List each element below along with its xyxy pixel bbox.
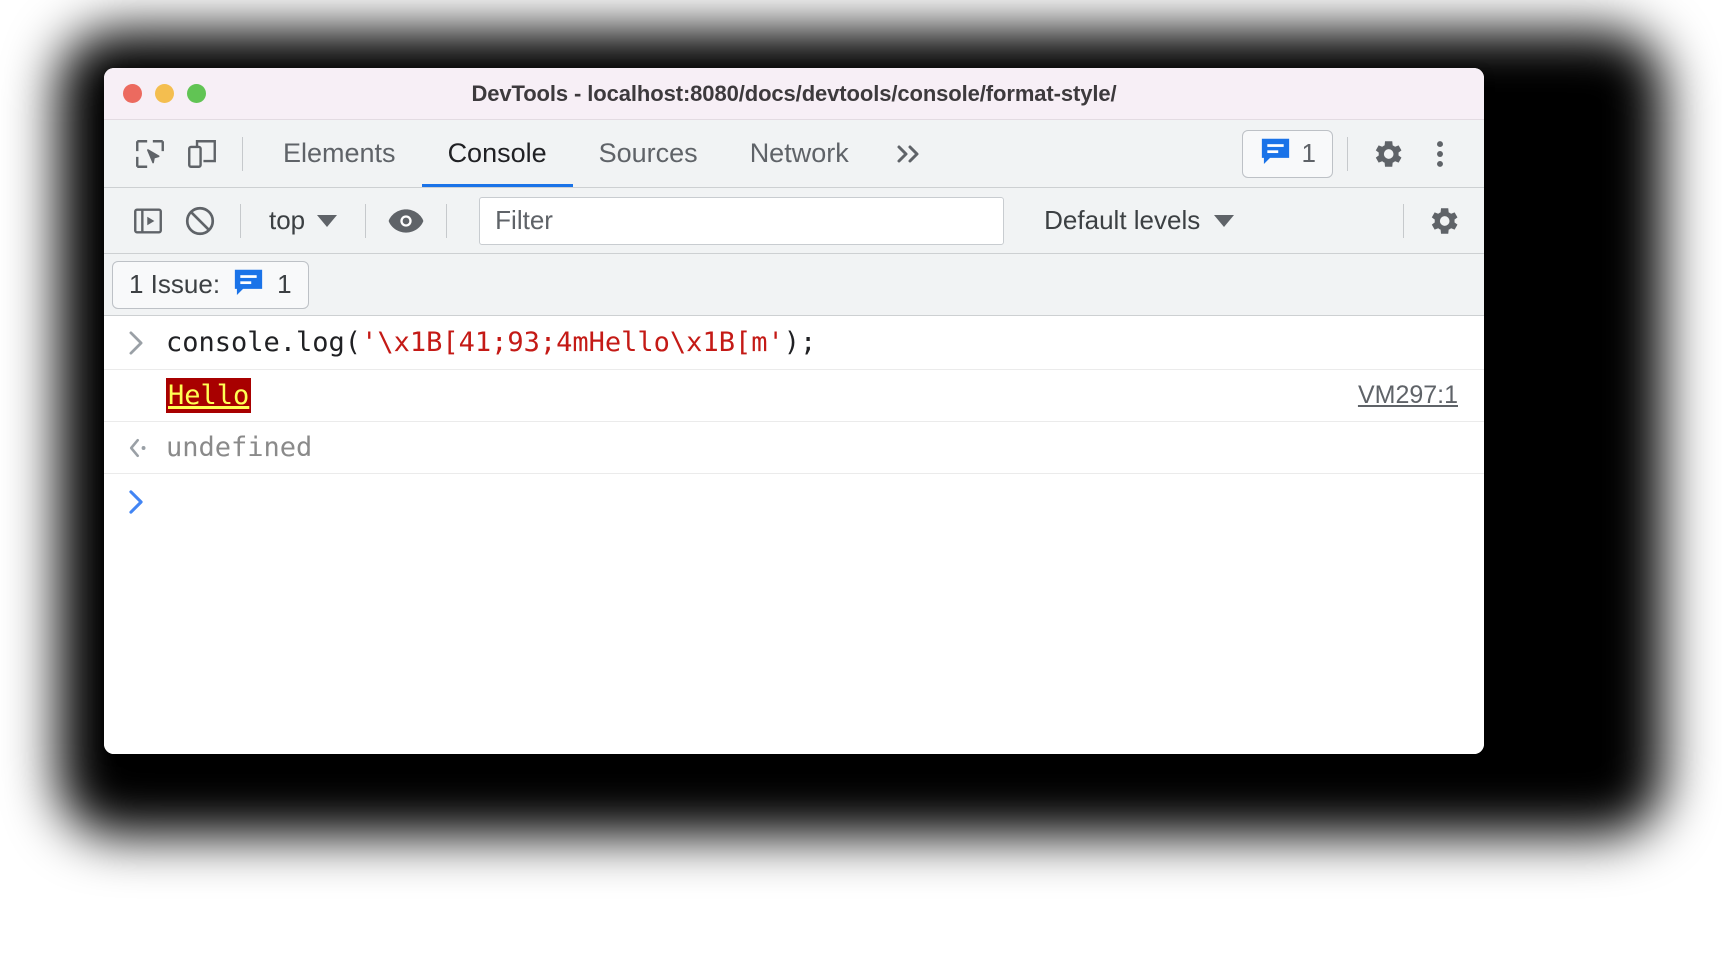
filter-input[interactable]: Filter — [479, 196, 1005, 245]
console-toolbar-divider-1 — [240, 203, 241, 238]
kebab-menu-icon[interactable] — [1414, 128, 1466, 180]
clear-console-icon[interactable] — [174, 195, 226, 247]
console-output-row: Hello VM297:1 — [104, 370, 1484, 422]
minimize-window-button[interactable] — [155, 84, 174, 103]
window-title: DevTools - localhost:8080/docs/devtools/… — [471, 80, 1117, 106]
execution-context-selector[interactable]: top — [255, 197, 351, 245]
tab-elements[interactable]: Elements — [257, 120, 422, 187]
issues-summary-count: 1 — [277, 269, 292, 299]
tab-sources[interactable]: Sources — [573, 120, 724, 187]
tab-console-label: Console — [447, 138, 547, 168]
issues-bubble-icon — [1259, 136, 1292, 171]
tab-console[interactable]: Console — [421, 120, 573, 187]
eye-icon[interactable] — [380, 195, 432, 247]
screenshot-stage: DevTools - localhost:8080/docs/devtools/… — [0, 0, 1722, 974]
chevron-down-icon — [317, 214, 338, 227]
log-level-selector[interactable]: Default levels — [1026, 205, 1252, 236]
issues-bar: 1 Issue: 1 — [104, 254, 1484, 316]
issues-summary-label: 1 Issue: — [129, 269, 221, 299]
issues-badge-count: 1 — [1301, 138, 1316, 168]
console-sidebar-icon[interactable] — [122, 195, 174, 247]
more-tabs-icon[interactable] — [875, 128, 939, 180]
devtools-tabbar: Elements Console Sources Network 1 — [104, 120, 1484, 188]
gear-icon[interactable] — [1418, 195, 1470, 247]
window-titlebar: DevTools - localhost:8080/docs/devtools/… — [104, 68, 1484, 120]
execution-context-value: top — [269, 205, 306, 235]
console-toolbar-divider-2 — [365, 203, 367, 238]
filter-placeholder: Filter — [495, 205, 553, 235]
input-prompt-icon — [126, 329, 166, 357]
tab-sources-label: Sources — [598, 138, 698, 168]
device-toolbar-icon[interactable] — [176, 128, 228, 180]
code-string-literal: '\x1B[41;93;4mHello\x1B[m' — [361, 327, 784, 358]
tabbar-divider-2 — [1347, 136, 1348, 171]
tab-elements-label: Elements — [283, 138, 396, 168]
console-toolbar: top Filter Default levels — [104, 188, 1484, 254]
console-toolbar-divider-3 — [446, 203, 448, 238]
close-window-button[interactable] — [123, 84, 142, 103]
console-toolbar-divider-4 — [1403, 203, 1404, 238]
console-input-row: console.log('\x1B[41;93;4mHello\x1B[m'); — [104, 316, 1484, 370]
tab-network-label: Network — [749, 138, 849, 168]
console-result-value: undefined — [166, 432, 313, 463]
chevron-down-icon — [1214, 214, 1235, 227]
tabbar-divider — [242, 136, 243, 171]
console-prompt-icon — [126, 488, 166, 516]
gear-icon[interactable] — [1362, 128, 1414, 180]
issues-summary-button[interactable]: 1 Issue: 1 — [112, 260, 309, 309]
code-prefix: console.log( — [166, 327, 362, 358]
result-prompt-icon — [126, 435, 166, 461]
devtools-window: DevTools - localhost:8080/docs/devtools/… — [104, 68, 1484, 754]
console-output-area[interactable]: console.log('\x1B[41;93;4mHello\x1B[m');… — [104, 316, 1484, 754]
ansi-styled-output: Hello — [166, 378, 252, 413]
console-result-row: undefined — [104, 422, 1484, 474]
tab-network[interactable]: Network — [724, 120, 875, 187]
console-prompt-row[interactable] — [104, 474, 1484, 530]
issues-badge-button[interactable]: 1 — [1241, 129, 1333, 178]
panel-tabs: Elements Console Sources Network — [257, 120, 875, 187]
source-location-link[interactable]: VM297:1 — [1358, 381, 1458, 410]
code-suffix: ); — [783, 327, 817, 358]
issues-bubble-icon — [232, 267, 265, 302]
log-level-value: Default levels — [1044, 205, 1201, 235]
maximize-window-button[interactable] — [187, 84, 206, 103]
console-input-code: console.log('\x1B[41;93;4mHello\x1B[m'); — [166, 327, 816, 358]
inspect-element-icon[interactable] — [124, 128, 176, 180]
traffic-lights — [123, 84, 206, 103]
